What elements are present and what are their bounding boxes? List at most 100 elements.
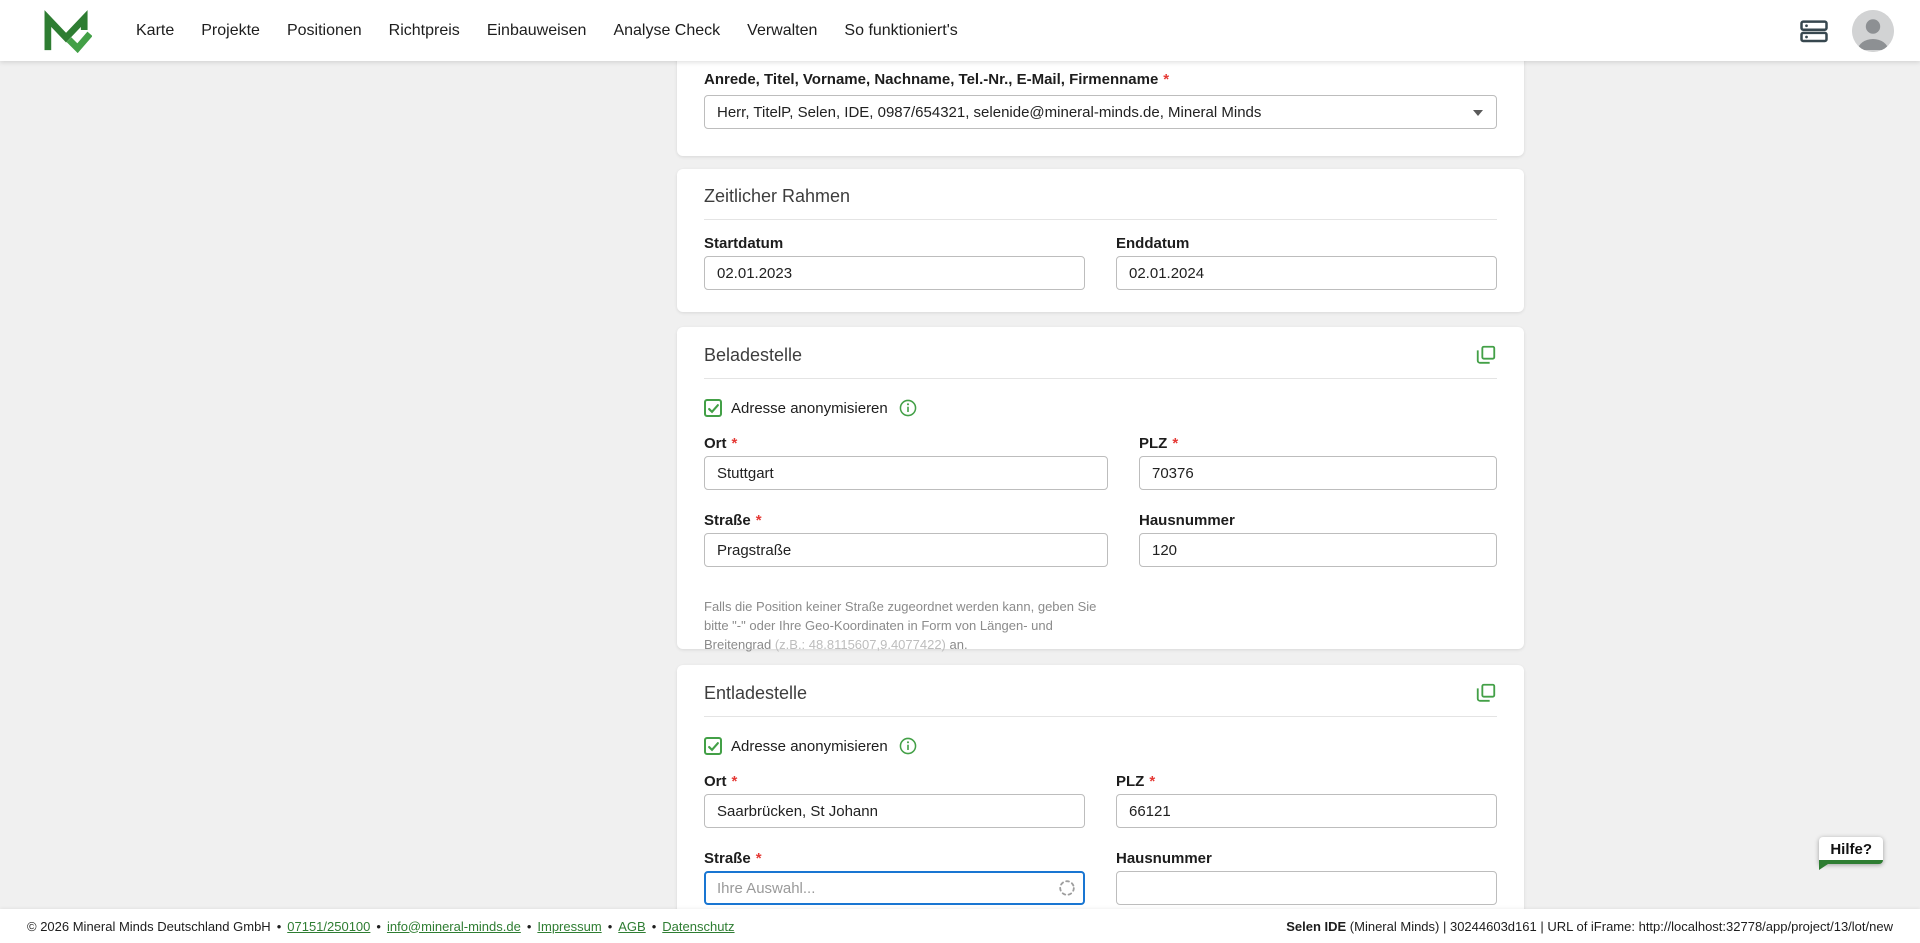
entlade-strasse-field: Straße * xyxy=(704,850,1085,905)
entlade-anonymize-label: Adresse anonymisieren xyxy=(731,738,888,755)
nav-item-richtpreis[interactable]: Richtpreis xyxy=(389,22,460,40)
check-icon xyxy=(707,402,720,415)
entlade-strasse-label: Straße xyxy=(704,850,751,867)
contact-select[interactable]: Herr, TitelP, Selen, IDE, 0987/654321, s… xyxy=(704,95,1497,129)
copy-icon[interactable] xyxy=(1475,344,1497,366)
separator-dot: • xyxy=(376,919,381,934)
separator-dot: • xyxy=(527,919,532,934)
person-icon xyxy=(1852,10,1894,52)
belade-strasse-label: Straße xyxy=(704,512,751,529)
nav-item-projekte[interactable]: Projekte xyxy=(201,22,260,40)
nav-item-verwalten[interactable]: Verwalten xyxy=(747,22,817,40)
footer-debug-info: Selen IDE (Mineral Minds) | 30244603d161… xyxy=(1286,919,1893,934)
nav-item-analyse-check[interactable]: Analyse Check xyxy=(613,22,720,40)
entlade-plz-field: PLZ * xyxy=(1116,773,1497,828)
check-icon xyxy=(707,740,720,753)
startdatum-field: Startdatum xyxy=(704,235,1085,290)
separator-dot: • xyxy=(608,919,613,934)
entlade-ort-field: Ort * xyxy=(704,773,1085,828)
entlade-hausnummer-field: Hausnummer xyxy=(1116,850,1497,905)
page-footer: © 2026 Mineral Minds Deutschland GmbH • … xyxy=(0,909,1920,943)
nav-item-einbauweisen[interactable]: Einbauweisen xyxy=(487,22,587,40)
info-icon[interactable] xyxy=(899,399,917,417)
entlade-ort-input[interactable] xyxy=(704,794,1085,828)
required-asterisk: * xyxy=(1149,773,1155,790)
user-avatar[interactable] xyxy=(1852,10,1894,52)
zeitraum-fields: Startdatum Enddatum xyxy=(704,235,1497,290)
belade-plz-field: PLZ * xyxy=(1139,435,1497,490)
required-asterisk: * xyxy=(1163,71,1169,88)
entlade-strasse-input[interactable] xyxy=(704,871,1085,905)
required-asterisk: * xyxy=(1172,435,1178,452)
entlade-hausnummer-input[interactable] xyxy=(1116,871,1497,905)
required-asterisk: * xyxy=(756,512,762,529)
separator-dot: • xyxy=(652,919,657,934)
enddatum-label: Enddatum xyxy=(1116,235,1189,252)
page-content: Anrede, Titel, Vorname, Nachname, Tel.-N… xyxy=(0,61,1920,909)
footer-link-agb[interactable]: AGB xyxy=(618,919,645,934)
contact-select-value: Herr, TitelP, Selen, IDE, 0987/654321, s… xyxy=(717,104,1261,121)
hint-coords: (z.B.: 48.8115607,9.4077422) xyxy=(775,637,946,652)
nav-item-positionen[interactable]: Positionen xyxy=(287,22,362,40)
contact-label: Anrede, Titel, Vorname, Nachname, Tel.-N… xyxy=(704,71,1158,88)
required-asterisk: * xyxy=(756,850,762,867)
strasse-hint-text: Falls die Position keiner Straße zugeord… xyxy=(704,598,1108,655)
entladestelle-card: Entladestelle Adresse anonymisieren xyxy=(677,665,1524,909)
entlade-ort-label: Ort xyxy=(704,773,727,790)
startdatum-input[interactable] xyxy=(704,256,1085,290)
belade-fields: Ort * PLZ * Straße * xyxy=(704,435,1497,655)
copyright-text: © 2026 Mineral Minds Deutschland GmbH xyxy=(27,919,271,934)
footer-user: Selen IDE xyxy=(1286,919,1346,934)
entlade-plz-label: PLZ xyxy=(1116,773,1144,790)
enddatum-input[interactable] xyxy=(1116,256,1497,290)
required-asterisk: * xyxy=(732,773,738,790)
contact-label-row: Anrede, Titel, Vorname, Nachname, Tel.-N… xyxy=(704,71,1497,88)
belade-hausnummer-input[interactable] xyxy=(1139,533,1497,567)
belade-ort-input[interactable] xyxy=(704,456,1108,490)
footer-link-impressum[interactable]: Impressum xyxy=(537,919,601,934)
belade-plz-label: PLZ xyxy=(1139,435,1167,452)
entladestelle-title: Entladestelle xyxy=(704,683,807,704)
startdatum-label: Startdatum xyxy=(704,235,783,252)
belade-ort-field: Ort * xyxy=(704,435,1108,490)
help-button[interactable]: Hilfe? xyxy=(1819,837,1883,864)
belade-anonymize-checkbox[interactable] xyxy=(704,399,722,417)
zeitraum-header: Zeitlicher Rahmen xyxy=(704,169,1497,220)
contact-card: Anrede, Titel, Vorname, Nachname, Tel.-N… xyxy=(677,61,1524,156)
belade-anonymize-label: Adresse anonymisieren xyxy=(731,400,888,417)
beladestelle-card: Beladestelle Adresse anonymisieren xyxy=(677,327,1524,649)
nav-item-karte[interactable]: Karte xyxy=(136,22,174,40)
dropdown-caret-icon xyxy=(1473,110,1483,116)
entlade-anonymize-checkbox[interactable] xyxy=(704,737,722,755)
enddatum-field: Enddatum xyxy=(1116,235,1497,290)
nav-item-so-funktionierts[interactable]: So funktioniert's xyxy=(844,22,957,40)
belade-hausnummer-label: Hausnummer xyxy=(1139,512,1235,529)
required-asterisk: * xyxy=(732,435,738,452)
beladestelle-title: Beladestelle xyxy=(704,345,802,366)
belade-ort-label: Ort xyxy=(704,435,727,452)
top-navigation: Karte Projekte Positionen Richtpreis Ein… xyxy=(0,0,1920,61)
entlade-anonymize-row: Adresse anonymisieren xyxy=(704,737,1497,755)
belade-anonymize-row: Adresse anonymisieren xyxy=(704,399,1497,417)
footer-link-email[interactable]: info@mineral-minds.de xyxy=(387,919,521,934)
entladestelle-header: Entladestelle xyxy=(704,665,1497,717)
info-icon[interactable] xyxy=(899,737,917,755)
entlade-plz-input[interactable] xyxy=(1116,794,1497,828)
copy-icon[interactable] xyxy=(1475,682,1497,704)
footer-session-info: (Mineral Minds) | 30244603d161 | URL of … xyxy=(1346,919,1893,934)
belade-plz-input[interactable] xyxy=(1139,456,1497,490)
zeitraum-title: Zeitlicher Rahmen xyxy=(704,186,850,207)
entlade-fields: Ort * PLZ * Straße * xyxy=(704,773,1497,905)
belade-strasse-input[interactable] xyxy=(704,533,1108,567)
nav-right-actions xyxy=(1796,10,1894,52)
belade-hausnummer-field: Hausnummer xyxy=(1139,512,1497,567)
separator-dot: • xyxy=(277,919,282,934)
footer-link-datenschutz[interactable]: Datenschutz xyxy=(662,919,734,934)
footer-left: © 2026 Mineral Minds Deutschland GmbH • … xyxy=(27,919,735,934)
mineral-minds-logo[interactable] xyxy=(42,9,92,53)
entlade-hausnummer-label: Hausnummer xyxy=(1116,850,1212,867)
main-menu: Karte Projekte Positionen Richtpreis Ein… xyxy=(136,22,958,40)
server-icon[interactable] xyxy=(1796,16,1832,46)
beladestelle-header: Beladestelle xyxy=(704,327,1497,379)
footer-link-phone[interactable]: 07151/250100 xyxy=(287,919,370,934)
